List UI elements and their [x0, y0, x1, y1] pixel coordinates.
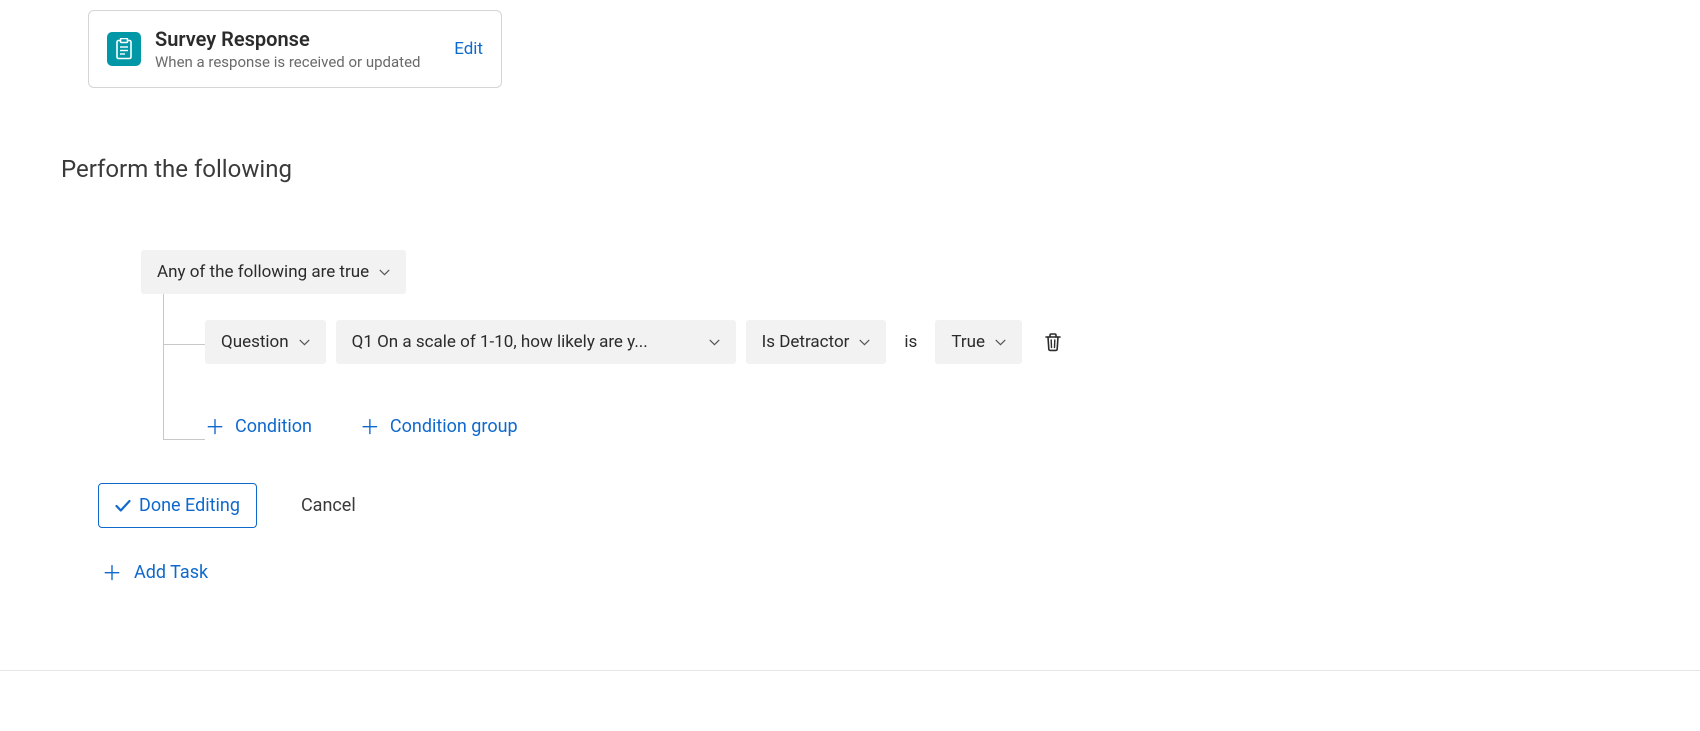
condition-rows-wrapper: Question Q1 On a scale of 1-10, how like… [163, 320, 1062, 437]
question-dropdown[interactable]: Q1 On a scale of 1-10, how likely are y.… [336, 320, 736, 364]
add-condition-group-button[interactable]: ＋ Condition group [360, 416, 518, 437]
edit-link[interactable]: Edit [454, 39, 483, 59]
value-label: True [951, 332, 985, 352]
tree-connector-horizontal-2 [163, 439, 205, 440]
tree-connector-horizontal-1 [163, 344, 205, 345]
chevron-down-icon [995, 339, 1006, 346]
add-task-label: Add Task [134, 562, 208, 583]
section-heading: Perform the following [61, 155, 292, 183]
check-icon [115, 499, 131, 513]
add-condition-button[interactable]: ＋ Condition [205, 416, 312, 437]
clipboard-icon [107, 32, 141, 66]
question-label: Q1 On a scale of 1-10, how likely are y.… [352, 332, 648, 352]
condition-mode-dropdown[interactable]: Any of the following are true [141, 250, 406, 294]
field-type-dropdown[interactable]: Question [205, 320, 326, 364]
chevron-down-icon [859, 339, 870, 346]
delete-condition-button[interactable] [1044, 332, 1062, 352]
plus-icon: ＋ [360, 417, 380, 437]
editor-footer-buttons: Done Editing Cancel [98, 483, 356, 528]
trigger-card-left: Survey Response When a response is recei… [107, 27, 420, 71]
comparator-dropdown[interactable]: Is Detractor [746, 320, 887, 364]
plus-icon: ＋ [102, 563, 122, 583]
chevron-down-icon [299, 339, 310, 346]
section-divider [0, 670, 1700, 671]
comparator-label: Is Detractor [762, 332, 850, 352]
chevron-down-icon [379, 269, 390, 276]
joiner-text: is [896, 332, 925, 352]
condition-row: Question Q1 On a scale of 1-10, how like… [205, 320, 1062, 364]
tree-connector-vertical [163, 294, 164, 439]
chevron-down-icon [709, 339, 720, 346]
add-condition-label: Condition [235, 416, 312, 437]
done-editing-button[interactable]: Done Editing [98, 483, 257, 528]
add-task-button[interactable]: ＋ Add Task [102, 562, 208, 583]
trigger-subtitle: When a response is received or updated [155, 53, 420, 71]
add-row: ＋ Condition ＋ Condition group [205, 416, 1062, 437]
done-editing-label: Done Editing [139, 495, 240, 516]
trigger-title: Survey Response [155, 27, 420, 51]
plus-icon: ＋ [205, 417, 225, 437]
trigger-card: Survey Response When a response is recei… [88, 10, 502, 88]
cancel-button[interactable]: Cancel [301, 495, 356, 516]
trash-icon [1044, 332, 1062, 352]
trigger-text: Survey Response When a response is recei… [155, 27, 420, 71]
field-type-label: Question [221, 332, 289, 352]
value-dropdown[interactable]: True [935, 320, 1022, 364]
conditions-area: Any of the following are true Question Q… [141, 250, 1062, 437]
condition-mode-label: Any of the following are true [157, 262, 369, 282]
add-condition-group-label: Condition group [390, 416, 518, 437]
